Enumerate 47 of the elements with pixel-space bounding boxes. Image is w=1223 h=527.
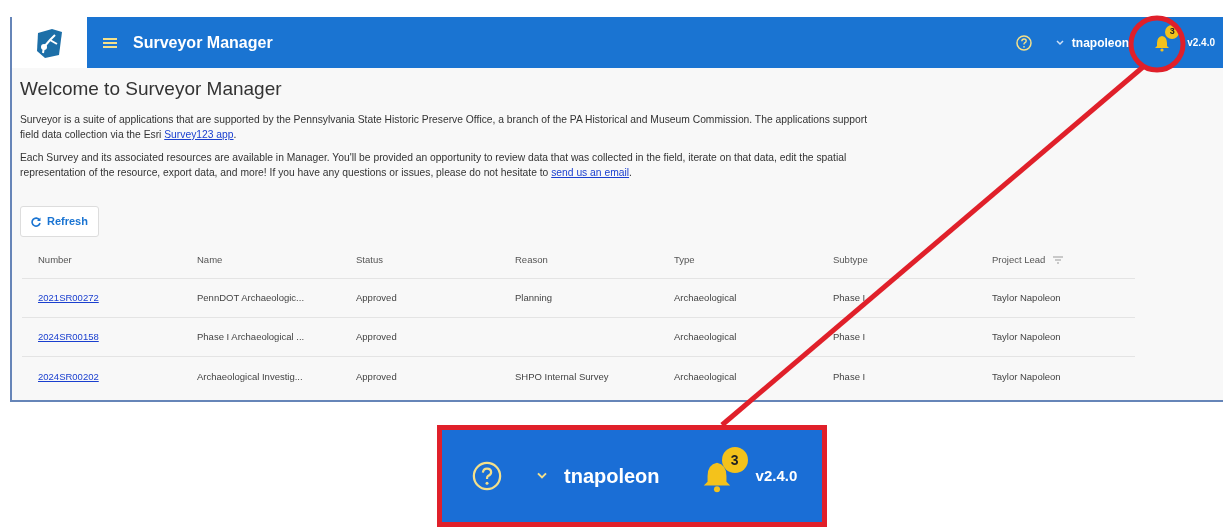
column-header[interactable]: Project Lead <box>992 253 1046 265</box>
table-cell: Phase I <box>833 292 866 304</box>
version-label: v2.4.0 <box>755 465 798 486</box>
table-cell: Planning <box>515 292 552 304</box>
column-header[interactable]: Name <box>197 253 223 265</box>
column-header[interactable]: Type <box>674 253 695 265</box>
table-cell: Archaeological Investig... <box>197 370 303 382</box>
column-header[interactable]: Reason <box>515 253 548 265</box>
table-cell: PennDOT Archaeologic... <box>197 292 305 304</box>
column-header[interactable]: Subtype <box>833 253 868 265</box>
app-title: Surveyor Manager <box>133 32 273 53</box>
logo-icon <box>34 26 65 59</box>
table-cell: Taylor Napoleon <box>992 292 1061 304</box>
refresh-button[interactable]: Refresh <box>20 206 99 237</box>
bell-icon[interactable] <box>1153 34 1172 53</box>
column-header[interactable]: Number <box>38 253 72 265</box>
table-cell: Archaeological <box>674 292 737 304</box>
record-link[interactable]: 2024SR00158 <box>38 331 99 343</box>
table-cell: Taylor Napoleon <box>992 331 1061 343</box>
table-cell: Archaeological <box>674 331 737 343</box>
intro-paragraph: Surveyor is a suite of applications that are supported by the Pennsylvania State Historic Preserve Office, a branch of the PA Historical and Museum Commission. The applications support field data collection via the Esri Survey123 app. <box>20 112 869 142</box>
refresh-icon <box>31 216 41 227</box>
highlight-circle <box>1128 15 1186 73</box>
record-link[interactable]: 2024SR00202 <box>38 370 99 382</box>
notification-count: 3 <box>721 447 748 473</box>
user-menu[interactable]: tnapoleon <box>564 461 660 491</box>
table-cell: SHPO Internal Survey <box>515 370 609 382</box>
menu-icon[interactable] <box>103 37 117 48</box>
table-cell: Approved <box>356 331 397 343</box>
chevron-icon[interactable] <box>536 472 548 480</box>
user-menu[interactable]: tnapoleon <box>1071 33 1130 52</box>
text-link[interactable]: Survey123 app <box>164 128 234 140</box>
table-cell: Taylor Napoleon <box>992 370 1061 382</box>
table-cell: Approved <box>356 292 397 304</box>
column-header[interactable]: Status <box>356 253 383 265</box>
intro-paragraph: Each Survey and its associated resources are available in Manager. You'll be provided an opportunity to review data that was collected in the field, iterate on that data, edit the spatial representation of the resource, export data, and more! If you have any questions or issues, please do not hesitate to send us an email. <box>20 150 848 180</box>
help-icon[interactable] <box>472 461 502 491</box>
page-heading: Welcome to Surveyor Manager <box>20 78 283 101</box>
record-link[interactable]: 2021SR00272 <box>38 292 99 304</box>
table-cell: Archaeological <box>674 370 737 382</box>
table-cell: Approved <box>356 370 397 382</box>
table-cell: Phase I <box>833 370 866 382</box>
table-cell: Phase I <box>833 331 866 343</box>
table-cell: Phase I Archaeological ... <box>197 331 305 343</box>
version-label: v2.4.0 <box>1187 36 1215 50</box>
help-icon[interactable] <box>1015 34 1032 51</box>
chevron-icon[interactable] <box>1055 39 1064 46</box>
